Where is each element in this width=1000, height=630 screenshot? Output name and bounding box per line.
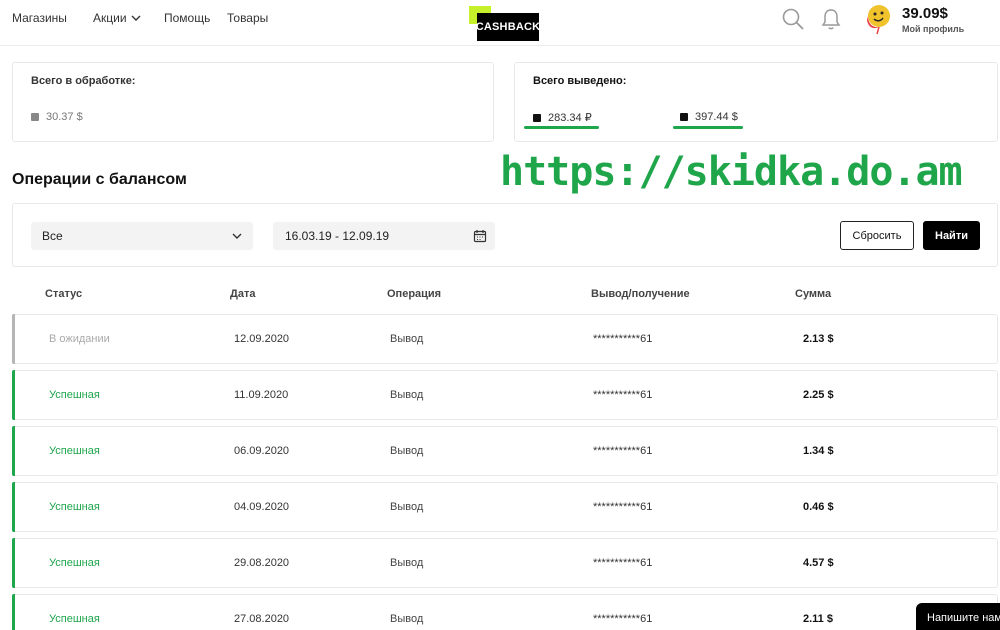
operations-title: Операции с балансом [12, 171, 187, 188]
processing-card: Всего в обработке: 30.37 $ [12, 62, 494, 142]
watermark-url: https://skidka.do.am [500, 149, 963, 195]
withdrawn-amount-usd: 397.44 $ [680, 111, 738, 123]
row-amount: 2.11 $ [803, 613, 833, 625]
withdrawn-amount-rub: 283.34 ₽ [533, 111, 592, 124]
processing-amount: 30.37 $ [31, 111, 83, 123]
balance-value[interactable]: 39.09$ [902, 5, 948, 22]
row-date: 27.08.2020 [234, 613, 290, 625]
status-indicator [12, 426, 15, 476]
table-row[interactable]: Успешная 06.09.2020 Вывод ***********61 … [12, 426, 998, 476]
filter-panel: Все 16.03.19 - 12.09.19 Сбросить Найти [12, 203, 998, 267]
table-row[interactable]: Успешная 27.08.2020 Вывод ***********61 … [12, 594, 998, 630]
row-operation: Вывод [390, 445, 424, 457]
row-account: ***********61 [593, 501, 653, 513]
processing-title: Всего в обработке: [31, 75, 136, 87]
row-date: 11.09.2020 [234, 389, 289, 401]
row-amount: 2.25 $ [803, 389, 834, 401]
row-date: 04.09.2020 [234, 501, 290, 513]
search-icon[interactable] [781, 7, 805, 31]
status-indicator [12, 370, 15, 420]
row-status: В ожидании [49, 333, 110, 345]
withdrawn-amount-usd-value: 397.44 $ [695, 111, 738, 123]
row-operation: Вывод [390, 501, 424, 513]
row-operation: Вывод [390, 613, 424, 625]
avatar[interactable] [864, 3, 892, 35]
currency-marker-icon [533, 113, 541, 122]
column-header-operation: Операция [387, 288, 442, 300]
nav-help-link[interactable]: Помощь [164, 11, 210, 25]
nav-shops-link[interactable]: Магазины [12, 11, 67, 25]
row-status: Успешная [49, 445, 100, 457]
currency-marker-icon [31, 113, 39, 121]
row-operation: Вывод [390, 333, 424, 345]
row-amount: 1.34 $ [803, 445, 834, 457]
table-row[interactable]: Успешная 11.09.2020 Вывод ***********61 … [12, 370, 998, 420]
column-header-account: Вывод/получение [591, 288, 690, 300]
row-account: ***********61 [593, 613, 653, 625]
withdrawn-amount-rub-value: 283.34 ₽ [548, 112, 592, 124]
column-header-status: Статус [45, 288, 83, 300]
withdrawn-title: Всего выведено: [533, 75, 627, 87]
row-account: ***********61 [593, 445, 653, 457]
highlight-underline [524, 126, 599, 129]
row-date: 12.09.2020 [234, 333, 290, 345]
top-header: Магазины Акции Помощь Товары CASHBACK 39… [0, 0, 1000, 46]
nav-promotions-label: Акции [93, 11, 127, 25]
status-indicator [12, 482, 15, 532]
currency-marker-icon [680, 113, 688, 121]
chat-widget-button[interactable]: Напишите нам [916, 603, 1000, 630]
row-date: 29.08.2020 [234, 557, 290, 569]
row-amount: 4.57 $ [803, 557, 834, 569]
row-account: ***********61 [593, 389, 653, 401]
bell-icon[interactable] [820, 7, 842, 31]
status-indicator [12, 594, 15, 630]
highlight-underline [673, 126, 743, 129]
find-button[interactable]: Найти [923, 221, 980, 250]
row-operation: Вывод [390, 389, 424, 401]
row-account: ***********61 [593, 557, 653, 569]
row-account: ***********61 [593, 333, 653, 345]
row-status: Успешная [49, 389, 100, 401]
my-profile-link[interactable]: Мой профиль [902, 24, 964, 34]
cashback-logo[interactable]: CASHBACK [469, 6, 541, 41]
operation-type-select[interactable]: Все [31, 222, 253, 250]
row-amount: 0.46 $ [803, 501, 834, 513]
table-row[interactable]: Успешная 04.09.2020 Вывод ***********61 … [12, 482, 998, 532]
row-status: Успешная [49, 557, 100, 569]
nav-products-link[interactable]: Товары [227, 11, 268, 25]
logo-text: CASHBACK [476, 13, 540, 41]
table-row[interactable]: В ожидании 12.09.2020 Вывод ***********6… [12, 314, 998, 364]
chevron-down-icon [131, 15, 141, 21]
chevron-down-icon [232, 233, 242, 239]
row-operation: Вывод [390, 557, 424, 569]
withdrawn-card: Всего выведено: 283.34 ₽ 397.44 $ [514, 62, 998, 142]
processing-amount-value: 30.37 $ [46, 111, 83, 123]
table-row[interactable]: Успешная 29.08.2020 Вывод ***********61 … [12, 538, 998, 588]
operation-type-value: Все [42, 229, 63, 243]
row-status: Успешная [49, 613, 100, 625]
reset-button[interactable]: Сбросить [840, 221, 914, 250]
calendar-icon[interactable] [473, 229, 487, 243]
status-indicator [12, 538, 15, 588]
date-range-value: 16.03.19 - 12.09.19 [285, 229, 390, 243]
column-header-date: Дата [230, 288, 256, 300]
status-indicator [12, 314, 15, 364]
date-range-input[interactable]: 16.03.19 - 12.09.19 [273, 222, 495, 250]
column-header-amount: Сумма [795, 288, 832, 300]
row-date: 06.09.2020 [234, 445, 290, 457]
nav-promotions-link[interactable]: Акции [93, 11, 141, 25]
row-amount: 2.13 $ [803, 333, 834, 345]
row-status: Успешная [49, 501, 100, 513]
